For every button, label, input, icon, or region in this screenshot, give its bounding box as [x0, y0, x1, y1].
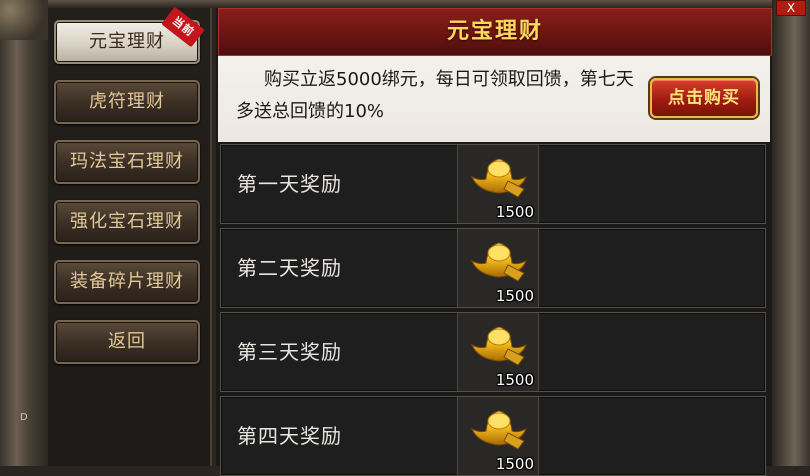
item-quantity: 1500 [495, 371, 534, 389]
info-box: 购买立返5000绑元，每日可领取回馈，第七天多送总回馈的10% 点击购买 [218, 56, 770, 142]
reward-row: 第三天奖励 1500 [220, 312, 766, 392]
reward-row: 第一天奖励 1500 [220, 144, 766, 224]
reward-row: 第四天奖励 1500 [220, 396, 766, 476]
item-slot[interactable]: 1500 [457, 313, 539, 391]
menu-item-label: 返回 [108, 331, 146, 352]
gold-ingot-icon [471, 158, 527, 198]
side-menu: 元宝理财 当前 虎符理财 玛法宝石理财 强化宝石理财 装备碎片理财 返回 [48, 6, 212, 466]
item-quantity: 1500 [495, 455, 534, 473]
close-button[interactable]: X [776, 0, 806, 16]
description-text: 购买立返5000绑元，每日可领取回馈，第七天多送总回馈的10% [236, 69, 634, 122]
item-quantity: 1500 [495, 287, 534, 305]
menu-item-label: 装备碎片理财 [70, 271, 184, 292]
reward-day-label: 第二天奖励 [237, 256, 342, 280]
menu-item-equip-fragment[interactable]: 装备碎片理财 [54, 260, 200, 304]
current-badge: 当前 [161, 6, 205, 48]
item-quantity: 1500 [495, 203, 534, 221]
menu-item-hufu[interactable]: 虎符理财 [54, 80, 200, 124]
reward-day-label: 第一天奖励 [237, 172, 342, 196]
reward-day-label: 第四天奖励 [237, 424, 342, 448]
frame-left-pillar [0, 0, 48, 466]
menu-item-enhance-gem[interactable]: 强化宝石理财 [54, 200, 200, 244]
edge-mark: D [20, 412, 28, 423]
corner-ornament [0, 0, 48, 40]
reward-row: 第二天奖励 1500 [220, 228, 766, 308]
gold-ingot-icon [471, 242, 527, 282]
gold-ingot-icon [471, 326, 527, 366]
panel-title: 元宝理财 [218, 8, 772, 56]
menu-item-label: 元宝理财 [89, 31, 165, 52]
menu-item-label: 虎符理财 [89, 91, 165, 112]
item-slot[interactable]: 1500 [457, 397, 539, 475]
menu-item-yuanbao[interactable]: 元宝理财 当前 [54, 6, 205, 64]
item-slot[interactable]: 1500 [457, 145, 539, 223]
menu-item-label: 强化宝石理财 [70, 211, 184, 232]
frame-right-pillar [772, 0, 810, 466]
item-slot[interactable]: 1500 [457, 229, 539, 307]
reward-day-label: 第三天奖励 [237, 340, 342, 364]
menu-item-mafa-gem[interactable]: 玛法宝石理财 [54, 140, 200, 184]
buy-button[interactable]: 点击购买 [650, 78, 758, 118]
gold-ingot-icon [471, 410, 527, 450]
main-panel: 元宝理财 购买立返5000绑元，每日可领取回馈，第七天多送总回馈的10% 点击购… [216, 8, 772, 476]
menu-item-label: 玛法宝石理财 [70, 151, 184, 172]
frame-top [0, 0, 810, 8]
back-button[interactable]: 返回 [54, 320, 200, 364]
